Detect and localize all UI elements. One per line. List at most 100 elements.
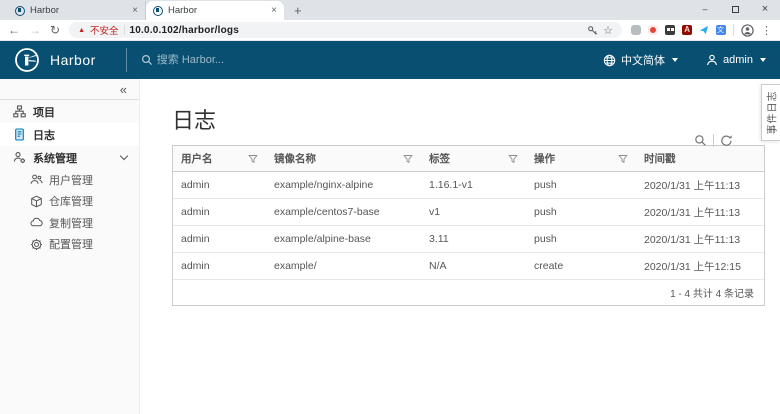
filter-funnel-icon[interactable]	[508, 154, 518, 164]
harbor-header: Harbor 中文简体 admin	[0, 41, 780, 79]
search-icon	[141, 54, 153, 66]
harbor-logo	[14, 47, 40, 73]
sidebar-collapse-button[interactable]: «	[120, 82, 127, 97]
logs-table-card: 用户名 镜像名称 标签 操作 时间戳 adminexample/nginx-al…	[172, 145, 765, 306]
password-key-icon[interactable]	[587, 25, 598, 36]
table-cell: example/centos7-base	[266, 199, 421, 226]
table-cell: push	[526, 172, 636, 199]
table-cell: 2020/1/31 上午11:13	[636, 172, 764, 199]
sidebar-item-logs[interactable]: 日志	[0, 123, 139, 146]
table-cell: admin	[173, 226, 266, 253]
table-row[interactable]: adminexample/alpine-base3.11push2020/1/3…	[173, 226, 764, 253]
extensions-row: ⋮	[631, 24, 772, 37]
extension-icon[interactable]	[648, 25, 658, 35]
system-admin-icon	[13, 151, 26, 164]
sidebar-item-registry-management[interactable]: 仓库管理	[0, 191, 139, 213]
table-cell: 1.16.1-v1	[421, 172, 526, 199]
window-controls: – ×	[690, 0, 780, 18]
sidebar-item-user-management[interactable]: 用户管理	[0, 169, 139, 191]
reload-button[interactable]: ↻	[50, 24, 60, 36]
divider	[713, 134, 714, 147]
divider	[733, 24, 734, 36]
tab-close-icon[interactable]: ×	[271, 5, 277, 16]
translate-icon[interactable]	[716, 25, 726, 35]
bookmark-star-icon[interactable]: ☆	[603, 24, 613, 37]
table-cell: v1	[421, 199, 526, 226]
language-selector[interactable]: 中文简体	[603, 52, 678, 68]
divider	[126, 48, 127, 72]
table-cell: 2020/1/31 上午11:13	[636, 226, 764, 253]
forward-button[interactable]: →	[29, 24, 41, 36]
adobe-acrobat-icon[interactable]	[682, 25, 692, 35]
browser-toolbar: ← → ↻ ▲ 不安全 10.0.0.102/harbor/logs ☆ ⋮	[0, 20, 780, 41]
table-cell: push	[526, 226, 636, 253]
users-icon	[30, 173, 43, 186]
column-header-username[interactable]: 用户名	[173, 146, 266, 172]
event-log-side-tab[interactable]: 事件日志	[761, 84, 780, 141]
back-button[interactable]: ←	[8, 24, 20, 36]
logs-table: 用户名 镜像名称 标签 操作 时间戳 adminexample/nginx-al…	[173, 146, 764, 279]
url-text[interactable]: 10.0.0.102/harbor/logs	[130, 25, 583, 36]
table-row[interactable]: adminexample/N/Acreate2020/1/31 上午12:15	[173, 253, 764, 280]
sidebar-item-configuration-management[interactable]: 配置管理	[0, 234, 139, 256]
browser-tab-2[interactable]: Harbor ×	[146, 1, 284, 20]
column-header-image-name[interactable]: 镜像名称	[266, 146, 421, 172]
browser-menu-icon[interactable]: ⋮	[761, 24, 772, 37]
column-header-operation[interactable]: 操作	[526, 146, 636, 172]
sidebar-item-system-admin[interactable]: 系统管理	[0, 146, 139, 169]
harbor-favicon	[153, 6, 163, 16]
brand-title: Harbor	[50, 52, 96, 68]
tab-close-icon[interactable]: ×	[132, 5, 138, 16]
table-cell: admin	[173, 253, 266, 280]
page-title: 日志	[172, 103, 780, 135]
sidebar-item-label: 用户管理	[49, 172, 93, 188]
profile-avatar-icon[interactable]	[741, 24, 754, 37]
projects-icon	[13, 105, 26, 118]
filter-funnel-icon[interactable]	[403, 154, 413, 164]
refresh-icon[interactable]	[720, 134, 733, 147]
minimize-button[interactable]: –	[690, 0, 720, 18]
warning-triangle-icon: ▲	[78, 27, 85, 34]
restore-button[interactable]	[720, 0, 750, 18]
sidebar: « 项目 日志 系统管理 用户管理 仓库管理	[0, 79, 140, 414]
sidebar-item-replication-management[interactable]: 复制管理	[0, 212, 139, 234]
harbor-favicon	[15, 6, 25, 16]
table-row[interactable]: adminexample/nginx-alpine1.16.1-v1push20…	[173, 172, 764, 199]
sidebar-item-projects[interactable]: 项目	[0, 100, 139, 123]
sidebar-item-label: 复制管理	[49, 215, 93, 231]
filter-funnel-icon[interactable]	[248, 154, 258, 164]
username-label: admin	[723, 54, 753, 66]
table-row[interactable]: adminexample/centos7-basev1push2020/1/31…	[173, 199, 764, 226]
column-header-timestamp[interactable]: 时间戳	[636, 146, 764, 172]
table-cell: admin	[173, 172, 266, 199]
column-header-tag[interactable]: 标签	[421, 146, 526, 172]
browser-tab-bar: Harbor × Harbor × + – ×	[0, 0, 780, 20]
paper-plane-icon[interactable]	[699, 25, 709, 35]
table-actions	[694, 134, 733, 147]
table-cell: N/A	[421, 253, 526, 280]
security-warning-label[interactable]: 不安全	[90, 23, 119, 37]
global-search[interactable]	[141, 54, 347, 66]
extension-icon[interactable]	[665, 25, 675, 35]
filter-funnel-icon[interactable]	[618, 154, 628, 164]
extension-icon[interactable]	[631, 25, 641, 35]
replication-cloud-icon	[30, 216, 43, 229]
browser-tab-1[interactable]: Harbor ×	[8, 1, 146, 20]
filter-search-icon[interactable]	[694, 134, 707, 147]
table-cell: example/alpine-base	[266, 226, 421, 253]
globe-icon	[603, 54, 616, 67]
address-bar[interactable]: ▲ 不安全 10.0.0.102/harbor/logs ☆	[69, 22, 622, 38]
chevron-down-icon	[760, 58, 766, 62]
chevron-down-icon	[120, 152, 128, 160]
search-input[interactable]	[157, 54, 347, 66]
tab-title: Harbor	[30, 5, 127, 16]
registry-icon	[30, 195, 43, 208]
new-tab-button[interactable]: +	[294, 3, 302, 18]
close-window-button[interactable]: ×	[750, 0, 780, 18]
table-cell: example/nginx-alpine	[266, 172, 421, 199]
user-menu[interactable]: admin	[706, 54, 766, 66]
main-content: 日志 用户名 镜像名称 标签 操作 时间戳 adminexample/ngi	[140, 79, 780, 414]
divider	[124, 25, 125, 35]
config-gear-icon	[30, 238, 43, 251]
sidebar-item-label: 日志	[33, 127, 55, 143]
